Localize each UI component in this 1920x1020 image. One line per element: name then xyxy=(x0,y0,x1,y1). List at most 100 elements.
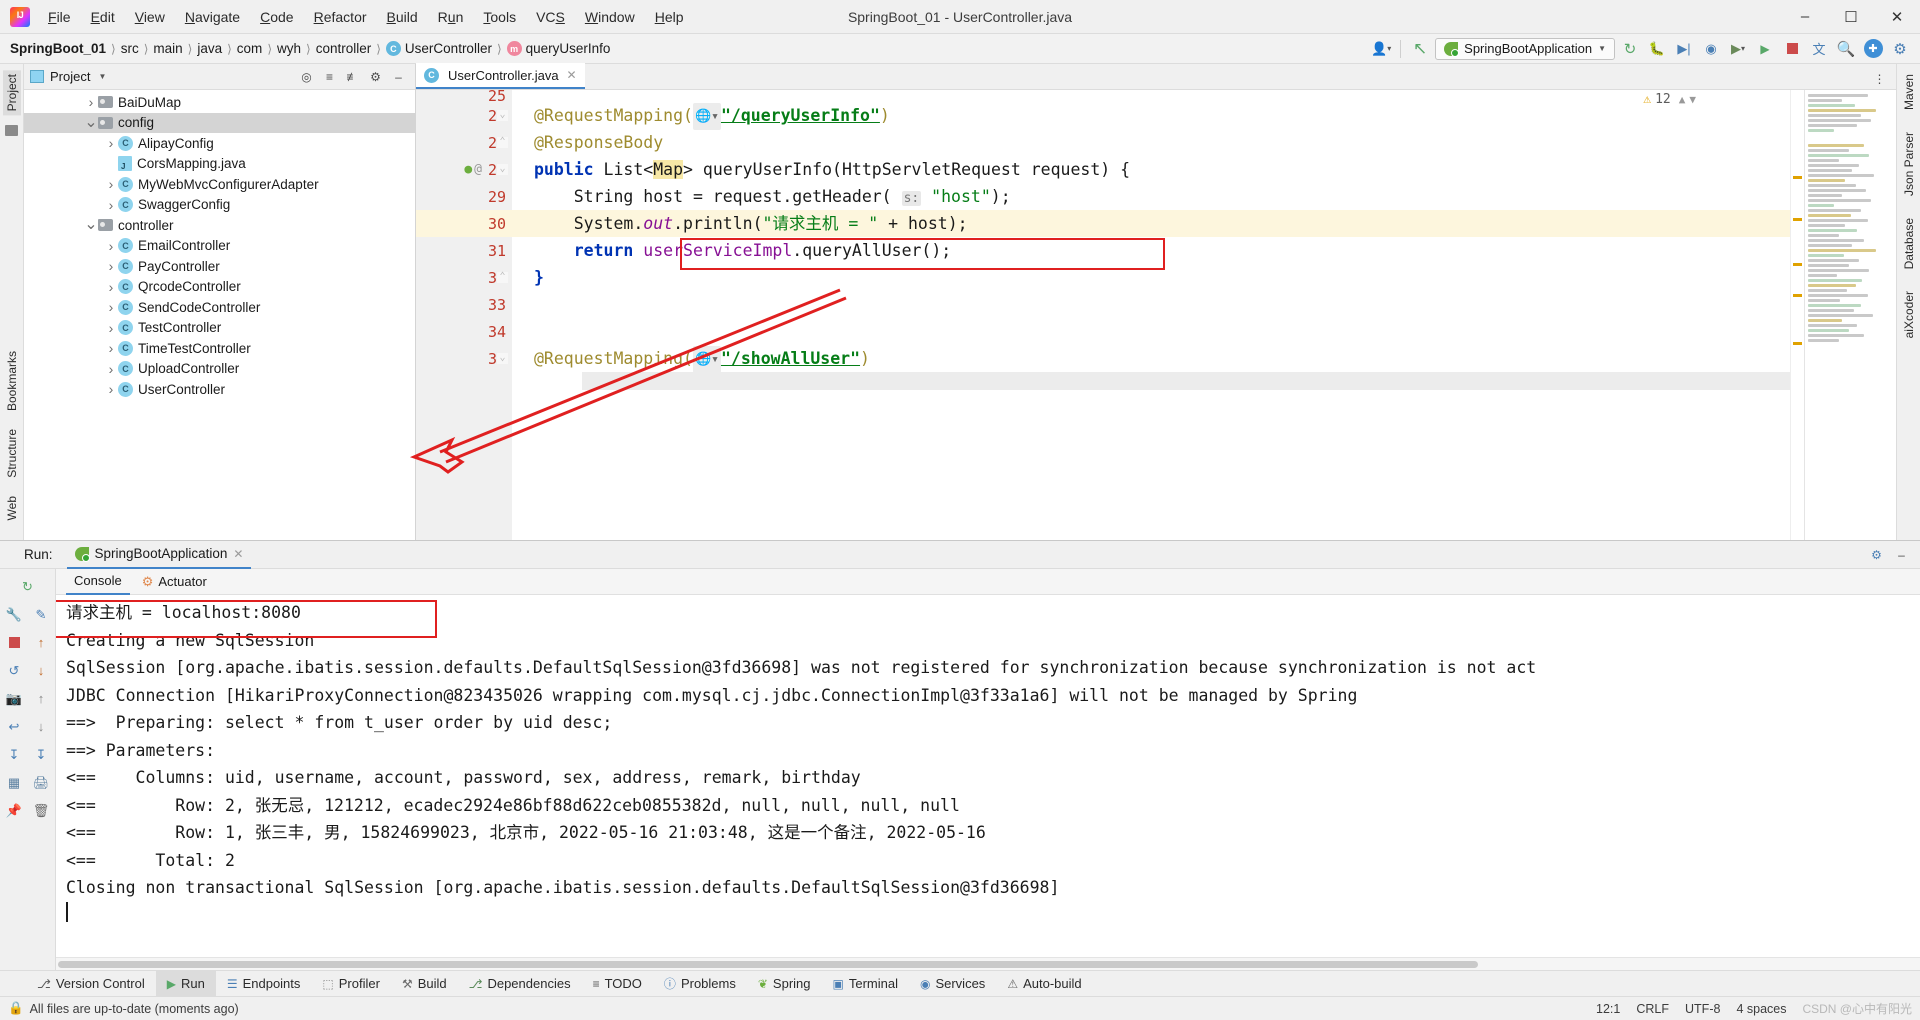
tree-node-testcontroller[interactable]: › C TestController xyxy=(24,318,415,339)
breadcrumb-project[interactable]: SpringBoot_01 xyxy=(10,41,106,56)
annotation-marker-icon[interactable]: @ xyxy=(474,162,482,177)
code-line-31[interactable]: return userServiceImpl.queryAllUser(); xyxy=(512,237,1790,264)
menu-bar[interactable]: FFileile Edit View Navigate Code Refacto… xyxy=(38,5,694,29)
tree-node-paycontroller[interactable]: › C PayController xyxy=(24,256,415,277)
tree-node-qrcodecontroller[interactable]: › C QrcodeController xyxy=(24,277,415,298)
code-line-28[interactable]: public List<Map> queryUserInfo(HttpServl… xyxy=(512,156,1790,183)
sidebar-tab-json-parser[interactable]: Json Parser xyxy=(1900,128,1918,200)
update-project-icon[interactable]: ↖ xyxy=(1408,38,1432,60)
run-configuration-selector[interactable]: SpringBootApplication ▼ xyxy=(1435,37,1615,60)
code-line-35[interactable]: @RequestMapping(🌐▾ "/showAllUser") xyxy=(512,345,1790,373)
caret-position[interactable]: 12:1 xyxy=(1596,1002,1620,1016)
tree-node-timetestcontroller[interactable]: › C TimeTestController xyxy=(24,338,415,359)
breadcrumb-method[interactable]: m queryUserInfo xyxy=(506,41,610,56)
prev-occurrence-icon[interactable]: ↑ xyxy=(28,685,55,712)
tree-node-swaggerconfig[interactable]: › C SwaggerConfig xyxy=(24,195,415,216)
code-line-32[interactable]: } xyxy=(512,264,1790,291)
bottom-tab-run[interactable]: ▶ Run xyxy=(155,970,216,997)
chevron-down-icon[interactable]: ▼ xyxy=(98,72,106,81)
sidebar-tab-web[interactable]: Web xyxy=(3,492,21,524)
rerun-icon[interactable]: ↻ xyxy=(14,573,41,600)
close-icon[interactable]: ✕ xyxy=(233,547,243,561)
bottom-tab-profiler[interactable]: ⬚ Profiler xyxy=(311,971,391,997)
minimize-button[interactable]: – xyxy=(1782,0,1828,34)
sidebar-tab-project[interactable]: Project xyxy=(2,70,21,116)
tree-node-alipayconfig[interactable]: › C AlipayConfig xyxy=(24,133,415,154)
code-line-26[interactable]: @RequestMapping(🌐▾ "/queryUserInfo") xyxy=(512,102,1790,130)
debug-icon[interactable]: 🐛 xyxy=(1645,38,1669,60)
chevron-up-icon[interactable]: ▲ xyxy=(1679,93,1686,106)
indent-setting[interactable]: 4 spaces xyxy=(1736,1002,1786,1016)
run-play-icon[interactable]: ▶ xyxy=(1753,38,1777,60)
more-options-icon[interactable]: ⋮ xyxy=(1869,69,1890,89)
console-output[interactable]: 请求主机 = localhost:8080 Creating a new SqlS… xyxy=(56,595,1920,957)
run-dropdown-icon[interactable]: ▶ ▾ xyxy=(1726,38,1750,60)
trash-icon[interactable]: 🗑 xyxy=(28,797,55,824)
gutter-run-markers[interactable]: ● @ xyxy=(464,162,482,177)
breadcrumb-wyh[interactable]: wyh xyxy=(277,41,301,56)
sidebar-tab-database[interactable]: Database xyxy=(1900,214,1918,273)
editor-gutter[interactable]: 2526⌄27⌃●@28⌄ 29 30 31 32⌃ 33 34 35⌄ xyxy=(416,90,512,540)
code-line-27[interactable]: @ResponseBody xyxy=(512,129,1790,156)
bottom-tab-problems[interactable]: ⓘ Problems xyxy=(653,971,747,997)
chevron-right-icon[interactable]: › xyxy=(104,279,118,295)
maximize-button[interactable]: ☐ xyxy=(1828,0,1874,34)
settings-icon[interactable]: ⚙ xyxy=(1888,38,1912,60)
expand-all-icon[interactable]: ≢ xyxy=(342,67,363,87)
editor-tab-usercontroller[interactable]: C UserController.java ✕ xyxy=(416,63,585,89)
wrench-icon[interactable]: 🔧 xyxy=(1,601,28,628)
tree-node-controller[interactable]: ⌄ controller xyxy=(24,215,415,236)
gear-icon[interactable]: ⚙ xyxy=(365,67,386,87)
code-fold-icon[interactable]: ⌄ xyxy=(497,110,508,121)
menu-view[interactable]: View xyxy=(125,5,175,29)
inspection-gutter[interactable] xyxy=(1790,90,1804,540)
code-line-33[interactable] xyxy=(512,291,1790,318)
sidebar-tab-maven[interactable]: Maven xyxy=(1900,70,1918,114)
tree-node-emailcontroller[interactable]: › C EmailController xyxy=(24,236,415,257)
breadcrumb-java[interactable]: java xyxy=(197,41,222,56)
breadcrumb-main[interactable]: main xyxy=(153,41,182,56)
scroll-to-end-icon[interactable]: ↧ xyxy=(1,741,28,768)
gutter-line-35[interactable]: 35⌄ xyxy=(416,345,512,372)
gutter-line-34[interactable]: 34 xyxy=(416,318,512,345)
chevron-right-icon[interactable]: › xyxy=(104,381,118,397)
console-horizontal-scrollbar[interactable] xyxy=(56,957,1920,970)
breadcrumb-controller[interactable]: controller xyxy=(316,41,372,56)
chevron-right-icon[interactable]: › xyxy=(104,299,118,315)
bottom-tab-build[interactable]: ⚒ Build xyxy=(391,971,458,997)
run-coverage-icon[interactable]: ▶| xyxy=(1672,38,1696,60)
code-line-30[interactable]: System.out.println("请求主机 = " + host); xyxy=(512,210,1790,237)
tree-node-usercontroller[interactable]: › C UserController xyxy=(24,379,415,400)
code-fold-icon[interactable]: ⌃ xyxy=(497,272,508,283)
gutter-line-31[interactable]: 31 xyxy=(416,237,512,264)
bottom-tab-services[interactable]: ◉ Services xyxy=(909,971,996,997)
menu-run[interactable]: Run xyxy=(428,5,474,29)
pin-icon[interactable]: 📌 xyxy=(1,797,28,824)
bottom-tab-auto-build[interactable]: ⚠ Auto-build xyxy=(996,971,1092,997)
bottom-tab-todo[interactable]: ≡ TODO xyxy=(582,971,653,997)
sidebar-tab-structure[interactable]: Structure xyxy=(3,425,21,482)
stop-icon[interactable] xyxy=(1780,38,1804,60)
translate-icon[interactable]: 文 xyxy=(1807,38,1831,60)
chevron-right-icon[interactable]: › xyxy=(104,361,118,377)
chevron-right-icon[interactable]: › xyxy=(104,340,118,356)
gutter-line-33[interactable]: 33 xyxy=(416,291,512,318)
gutter-line-26[interactable]: 26⌄ xyxy=(416,102,512,129)
menu-refactor[interactable]: Refactor xyxy=(304,5,377,29)
menu-build[interactable]: Build xyxy=(377,5,428,29)
tree-node-uploadcontroller[interactable]: › C UploadController xyxy=(24,359,415,380)
tree-node-corsmapping-java[interactable]: CorsMapping.java xyxy=(24,154,415,175)
code-content[interactable]: ⚠ 12 ▲ ▼ @RequestMapping(🌐▾ "/queryUserIn… xyxy=(512,90,1790,540)
tree-node-config[interactable]: ⌄ config xyxy=(24,112,415,133)
tree-node-baidumap[interactable]: › BaiDuMap xyxy=(24,92,415,113)
gutter-line-25[interactable]: 25 xyxy=(416,90,512,105)
project-tree[interactable]: ›BaiDuMap⌄config›CAlipayConfigCorsMappin… xyxy=(24,90,415,540)
collapse-all-icon[interactable]: ≡ xyxy=(319,67,340,87)
breadcrumb-com[interactable]: com xyxy=(237,41,263,56)
run-config-tab[interactable]: SpringBootApplication ✕ xyxy=(66,541,252,569)
print-icon[interactable]: 🖨 xyxy=(28,769,55,796)
chevron-right-icon[interactable]: › xyxy=(104,238,118,254)
user-avatar-icon[interactable]: 👤 ▾ xyxy=(1369,38,1393,60)
tree-node-mywebmvcconfigureradapter[interactable]: › C MyWebMvcConfigurerAdapter xyxy=(24,174,415,195)
account-icon[interactable]: ✚ xyxy=(1861,38,1885,60)
